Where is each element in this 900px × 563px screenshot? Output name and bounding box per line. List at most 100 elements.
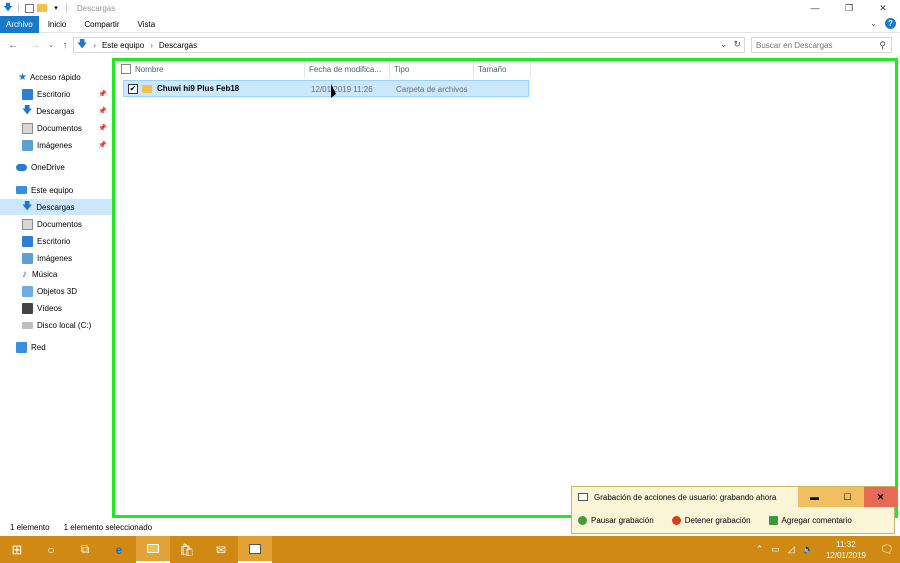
nav-label: Escritorio <box>37 236 71 246</box>
expand-ribbon-icon[interactable]: ⌄ <box>870 19 877 28</box>
nav-label: Descargas <box>36 106 75 116</box>
mouse-cursor-icon <box>331 84 336 98</box>
breadcrumb-descargas[interactable]: Descargas <box>159 41 197 50</box>
nav-item-videos[interactable]: Vídeos <box>0 300 112 316</box>
stop-label: Detener grabación <box>684 515 751 525</box>
nav-label: OneDrive <box>31 162 65 172</box>
video-icon <box>22 302 33 314</box>
column-header-tipo[interactable]: Tipo <box>390 61 474 78</box>
nav-item-objetos-3d[interactable]: Objetos 3D <box>0 283 112 299</box>
column-header-tamano[interactable]: Tamaño <box>474 61 531 78</box>
nav-item-acceso-rapido[interactable]: ★ Acceso rápido <box>0 69 112 85</box>
network-status-icon[interactable]: ◿ <box>788 544 795 555</box>
store-icon[interactable]: 🛍 <box>170 536 204 563</box>
divider <box>18 3 19 13</box>
forward-arrow-icon[interactable]: → <box>28 38 42 52</box>
new-folder-icon[interactable] <box>36 2 48 14</box>
pin-icon: 📌 <box>98 108 107 115</box>
nav-label: Descargas <box>36 202 75 212</box>
back-arrow-icon[interactable]: ← <box>6 38 20 52</box>
search-input[interactable] <box>756 40 874 50</box>
edge-browser-icon[interactable]: e <box>102 536 136 563</box>
nav-item-imagenes[interactable]: Imágenes <box>0 250 112 266</box>
select-all-checkbox[interactable] <box>121 64 131 74</box>
table-row[interactable]: ✔ Chuwi hi9 Plus Feb18 12/01/2019 11:26 … <box>123 80 529 97</box>
documents-icon <box>22 218 33 230</box>
nav-label: Escritorio <box>37 89 71 99</box>
nav-item-onedrive[interactable]: OneDrive <box>0 159 112 175</box>
nav-item-descargas[interactable]: 🡇 Descargas <box>0 199 112 215</box>
nav-label: Vídeos <box>37 303 62 313</box>
refresh-icon[interactable]: ↻ <box>733 39 741 50</box>
recorder-close-button[interactable]: ✕ <box>864 487 897 507</box>
nav-item-imagenes-pinned[interactable]: Imágenes 📌 <box>0 137 112 153</box>
tab-compartir[interactable]: Compartir <box>75 16 128 33</box>
nav-label: Este equipo <box>31 185 74 195</box>
task-view-icon[interactable]: ⧉ <box>68 536 102 563</box>
file-name: Chuwi hi9 Plus Feb18 <box>157 84 240 93</box>
recorder-title: Grabación de acciones de usuario: graban… <box>594 492 777 502</box>
nav-item-red[interactable]: Red <box>0 339 112 355</box>
download-folder-icon: 🡇 <box>3 2 13 12</box>
battery-icon[interactable]: ▭ <box>771 544 780 555</box>
file-modified: 12/01/2019 11:26 <box>311 85 373 94</box>
start-button-icon[interactable]: ⊞ <box>0 536 34 563</box>
nav-label: Objetos 3D <box>37 286 78 296</box>
download-icon: 🡇 <box>22 104 33 116</box>
pause-recording-button[interactable]: Pausar grabación <box>578 515 654 525</box>
cortana-icon[interactable]: ○ <box>34 536 68 563</box>
volume-icon[interactable]: 🔈 <box>803 544 814 555</box>
recorder-maximize-button[interactable]: ☐ <box>831 487 864 507</box>
tab-vista[interactable]: Vista <box>129 16 165 33</box>
navigation-row: ← → ⌄ ↑ 🡇 › Este equipo › Descargas ⌄ ↻ … <box>0 34 900 56</box>
stop-recording-button[interactable]: Detener grabación <box>671 515 751 525</box>
mail-icon[interactable]: ✉ <box>204 536 238 563</box>
column-headers: Nombre Fecha de modifica... Tipo Tamaño <box>115 61 895 78</box>
properties-icon[interactable] <box>25 3 34 13</box>
pictures-icon <box>22 139 33 151</box>
nav-item-documentos[interactable]: Documentos <box>0 216 112 232</box>
nav-label: Música <box>32 269 58 279</box>
recorder-minimize-button[interactable]: ▬ <box>798 487 831 507</box>
tab-inicio[interactable]: Inicio <box>39 16 76 33</box>
recent-locations-icon[interactable]: ⌄ <box>44 38 58 52</box>
nav-item-descargas-pinned[interactable]: 🡇 Descargas 📌 <box>0 103 112 119</box>
clock[interactable]: 11:32 12/01/2019 <box>826 539 866 561</box>
minimize-button[interactable]: — <box>798 0 832 16</box>
address-bar[interactable]: 🡇 › Este equipo › Descargas ⌄ ↻ <box>73 37 745 53</box>
customize-toolbar-icon[interactable]: ▾ <box>50 2 62 14</box>
file-list[interactable]: Nombre Fecha de modifica... Tipo Tamaño … <box>112 58 898 518</box>
pause-label: Pausar grabación <box>591 515 654 525</box>
breadcrumb-este-equipo[interactable]: Este equipo <box>102 41 144 50</box>
close-button[interactable]: ✕ <box>866 0 900 16</box>
column-header-nombre[interactable]: Nombre <box>115 61 305 78</box>
breadcrumb-separator-icon[interactable]: › <box>150 41 153 50</box>
tab-archivo[interactable]: Archivo <box>0 15 39 33</box>
address-dropdown-icon[interactable]: ⌄ <box>720 39 728 50</box>
search-icon[interactable]: ⚲ <box>879 40 886 51</box>
nav-item-documentos-pinned[interactable]: Documentos 📌 <box>0 120 112 136</box>
add-comment-button[interactable]: Agregar comentario <box>768 515 852 525</box>
desktop-icon <box>22 88 33 100</box>
pin-icon: 📌 <box>98 142 107 149</box>
nav-item-escritorio[interactable]: Escritorio <box>0 233 112 249</box>
download-icon: 🡇 <box>22 200 33 212</box>
breadcrumb-separator-icon[interactable]: › <box>93 41 96 50</box>
nav-item-musica[interactable]: ♪ Música <box>0 266 112 282</box>
nav-label: Imágenes <box>37 253 73 263</box>
show-hidden-icons-icon[interactable]: ⌃ <box>756 544 764 555</box>
cloud-icon <box>16 163 27 171</box>
nav-item-disco-local[interactable]: Disco local (C:) <box>0 317 112 333</box>
row-checkbox[interactable]: ✔ <box>128 83 138 94</box>
file-explorer-icon[interactable] <box>136 536 170 563</box>
divider <box>66 3 67 13</box>
nav-item-este-equipo[interactable]: Este equipo <box>0 182 112 198</box>
help-icon[interactable]: ? <box>885 18 896 29</box>
up-arrow-icon[interactable]: ↑ <box>58 38 72 52</box>
steps-recorder-taskbar-icon[interactable] <box>238 536 272 563</box>
restore-button[interactable]: ❐ <box>832 0 866 16</box>
column-header-fecha[interactable]: Fecha de modifica... <box>305 61 390 78</box>
nav-item-escritorio-pinned[interactable]: Escritorio 📌 <box>0 86 112 102</box>
action-center-icon[interactable]: 🗨 <box>874 536 900 563</box>
search-box[interactable]: ⚲ <box>751 37 892 53</box>
